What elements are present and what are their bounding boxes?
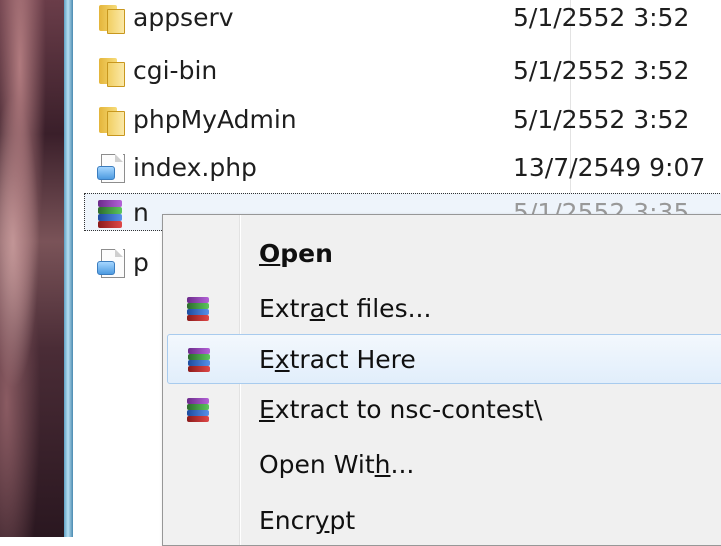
menu-item-open[interactable]: Open <box>167 229 721 279</box>
folder-icon <box>95 3 125 34</box>
folder-icon <box>95 105 125 136</box>
menu-item-label: Extract to nsc-contest\ <box>259 395 543 424</box>
file-name: n <box>133 198 149 227</box>
file-name: p <box>133 248 149 277</box>
file-row-index-php[interactable]: index.php 13/7/2549 9:07 <box>73 150 721 186</box>
window-frame-border <box>64 0 73 537</box>
file-row-phpmyadmin[interactable]: phpMyAdmin 5/1/2552 3:52 <box>73 102 721 138</box>
menu-item-encrypt[interactable]: Encrypt <box>167 496 721 546</box>
file-name: phpMyAdmin <box>133 105 297 134</box>
desktop-background <box>0 0 66 537</box>
menu-item-label: Open With... <box>259 450 415 479</box>
menu-item-extract-here[interactable]: Extract Here <box>167 334 721 384</box>
menu-item-label: Encrypt <box>259 506 356 535</box>
winrar-icon <box>185 296 211 322</box>
winrar-icon <box>186 347 212 373</box>
menu-item-label: Extract Here <box>259 345 416 374</box>
file-row-cgi-bin[interactable]: cgi-bin 5/1/2552 3:52 <box>73 53 721 89</box>
php-file-icon <box>95 248 125 278</box>
file-name: cgi-bin <box>133 56 218 85</box>
file-name: appserv <box>133 3 234 32</box>
context-menu: Open Extract files... Extract Here Extra… <box>162 214 721 546</box>
menu-item-extract-files[interactable]: Extract files... <box>167 284 721 334</box>
rar-archive-icon <box>95 198 125 228</box>
file-row-appserv[interactable]: appserv 5/1/2552 3:52 <box>73 0 721 36</box>
winrar-icon <box>185 397 211 423</box>
file-name: index.php <box>133 153 257 182</box>
menu-item-open-with[interactable]: Open With... <box>167 440 721 490</box>
file-date: 5/1/2552 3:52 <box>513 56 690 85</box>
file-date: 5/1/2552 3:52 <box>513 105 690 134</box>
menu-item-label: Extract files... <box>259 294 432 323</box>
file-date: 5/1/2552 3:52 <box>513 3 690 32</box>
folder-icon <box>95 56 125 87</box>
menu-item-label: Open <box>259 239 333 268</box>
php-file-icon <box>95 153 125 183</box>
menu-item-extract-to[interactable]: Extract to nsc-contest\ <box>167 385 721 435</box>
file-date: 13/7/2549 9:07 <box>513 153 706 182</box>
